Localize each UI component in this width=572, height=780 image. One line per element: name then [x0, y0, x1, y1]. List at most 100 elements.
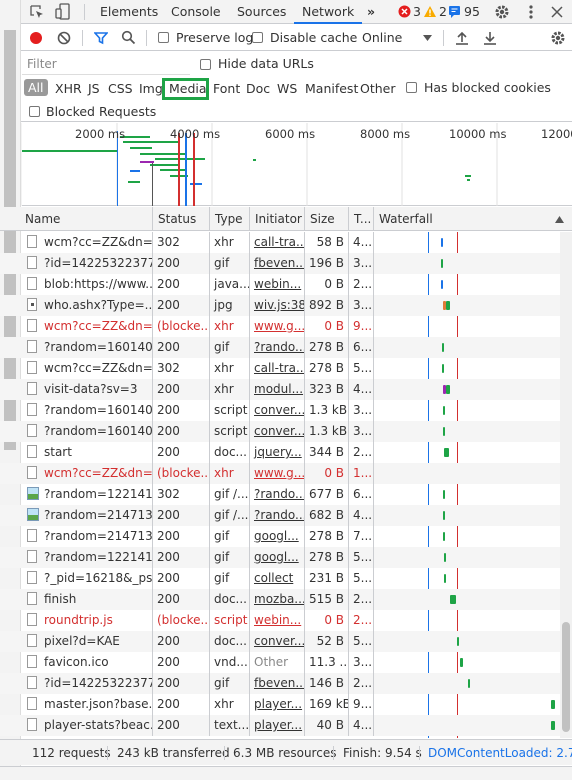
- type-all[interactable]: All: [24, 79, 48, 96]
- request-row[interactable]: blob:https://www.... 200 java... webin... 0 …: [0, 274, 560, 295]
- request-row[interactable]: start 200 doc... jquery... 344 B 2...: [0, 442, 560, 463]
- type-xhr[interactable]: XHR: [55, 81, 82, 96]
- initiator-cell[interactable]: www.g...: [250, 463, 305, 484]
- initiator-cell[interactable]: mozba...: [250, 589, 305, 610]
- initiator-cell[interactable]: call-tra...: [250, 358, 305, 379]
- type-media[interactable]: Media: [169, 81, 207, 96]
- name-cell[interactable]: wcm?cc=ZZ&dn=...: [20, 316, 153, 337]
- more-tabs-icon[interactable]: »: [367, 0, 375, 24]
- request-row[interactable]: ?random=160140... 200 gif ?rando... 278 B 6..…: [0, 337, 560, 358]
- request-row[interactable]: ?id=14225322377...200giffbeven...146 B2.…: [0, 673, 560, 694]
- warning-icon[interactable]: [423, 5, 437, 18]
- initiator-cell[interactable]: Other: [250, 652, 305, 673]
- initiator-cell[interactable]: webin...: [250, 610, 305, 631]
- preserve-log-checkbox[interactable]: [158, 32, 169, 43]
- name-cell[interactable]: ?random=160140...: [20, 400, 153, 421]
- name-cell[interactable]: ?_pid=16218&_ps...: [20, 568, 153, 589]
- chevron-down-icon[interactable]: [423, 35, 432, 41]
- type-ws[interactable]: WS: [277, 81, 297, 96]
- name-cell[interactable]: master.json?base...: [20, 694, 153, 715]
- column-size[interactable]: Size: [305, 207, 349, 231]
- timeline-overview[interactable]: 2000 ms 4000 ms 6000 ms 8000 ms 10000 ms…: [0, 123, 572, 206]
- filter-input[interactable]: Filter: [22, 54, 190, 75]
- name-cell[interactable]: wcm?cc=ZZ&dn=...: [20, 463, 153, 484]
- name-cell[interactable]: visit-data?sv=3: [20, 379, 153, 400]
- request-row[interactable]: ?random=214713... 200 gif /... ?rando... 682…: [0, 505, 560, 526]
- request-row[interactable]: ?random=214713... 200 gif googl... 278 B 7...: [0, 526, 560, 547]
- network-settings-gear-icon[interactable]: [550, 30, 566, 46]
- request-row[interactable]: ?random=160140... 200 script conver... 1.3 k…: [0, 400, 560, 421]
- type-css[interactable]: CSS: [108, 81, 133, 96]
- column-status[interactable]: Status: [153, 207, 210, 231]
- device-toolbar-icon[interactable]: [55, 3, 71, 21]
- name-cell[interactable]: start: [20, 442, 153, 463]
- tab-console[interactable]: Console: [171, 0, 221, 24]
- export-har-icon[interactable]: [483, 30, 497, 45]
- more-options-icon[interactable]: [528, 4, 534, 20]
- clear-icon[interactable]: [57, 31, 71, 45]
- name-cell[interactable]: who.ashx?Type=...: [20, 295, 153, 316]
- settings-gear-icon[interactable]: [494, 4, 510, 20]
- initiator-cell[interactable]: webin...: [250, 274, 305, 295]
- type-font[interactable]: Font: [213, 81, 240, 96]
- column-type[interactable]: Type: [210, 207, 250, 231]
- name-cell[interactable]: ?random=160140...: [20, 337, 153, 358]
- blocked-requests-checkbox[interactable]: [29, 106, 40, 117]
- initiator-cell[interactable]: googl...: [250, 547, 305, 568]
- name-cell[interactable]: ?id=14225322377...: [20, 673, 153, 694]
- request-row[interactable]: wcm?cc=ZZ&dn=... (blocke... xhr www.g... 0 B…: [0, 463, 560, 484]
- name-cell[interactable]: ?random=122141...: [20, 484, 153, 505]
- name-cell[interactable]: wcm?cc=ZZ&dn=...: [20, 358, 153, 379]
- initiator-cell[interactable]: www.g...: [250, 316, 305, 337]
- has-blocked-cookies-checkbox[interactable]: [406, 82, 417, 93]
- initiator-cell[interactable]: wiv.js:38: [250, 295, 305, 316]
- request-row[interactable]: master.json?base... 200 xhr player... 169 kB…: [0, 694, 560, 715]
- column-name[interactable]: Name: [20, 207, 153, 231]
- name-cell[interactable]: pixel?d=KAE: [20, 631, 153, 652]
- name-cell[interactable]: blob:https://www....: [20, 274, 153, 295]
- name-cell[interactable]: ?random=214713...: [20, 505, 153, 526]
- throttling-select[interactable]: Online: [362, 30, 402, 45]
- request-row[interactable]: ?random=122141... 302 gif /... ?rando... 677…: [0, 484, 560, 505]
- name-cell[interactable]: wcm?cc=ZZ&dn=...: [20, 232, 153, 253]
- name-cell[interactable]: ?random=122141...: [20, 547, 153, 568]
- import-har-icon[interactable]: [455, 30, 469, 45]
- request-row[interactable]: wcm?cc=ZZ&dn=... 302 xhr call-tra... 278 B 5.…: [0, 358, 560, 379]
- initiator-cell[interactable]: ?rando...: [250, 484, 305, 505]
- request-row[interactable]: wcm?cc=ZZ&dn=... 302 xhr call-tra... 58 B 4..…: [0, 232, 560, 253]
- name-cell[interactable]: finish: [20, 589, 153, 610]
- initiator-cell[interactable]: conver...: [250, 400, 305, 421]
- filter-funnel-icon[interactable]: [94, 31, 108, 45]
- hide-data-urls-checkbox[interactable]: [200, 59, 211, 70]
- initiator-cell[interactable]: conver...: [250, 421, 305, 442]
- initiator-cell[interactable]: jquery...: [250, 442, 305, 463]
- name-cell[interactable]: ?random=214713...: [20, 526, 153, 547]
- message-icon[interactable]: [448, 5, 461, 18]
- type-doc[interactable]: Doc: [246, 81, 270, 96]
- error-icon[interactable]: [398, 5, 411, 18]
- type-js[interactable]: JS: [88, 81, 100, 96]
- tab-elements[interactable]: Elements: [100, 0, 158, 24]
- request-row[interactable]: pixel?d=KAE 200 doc... conver... 52 B 5...: [0, 631, 560, 652]
- initiator-cell[interactable]: player...: [250, 715, 305, 736]
- disable-cache-checkbox[interactable]: [252, 32, 263, 43]
- column-waterfall[interactable]: Waterfall: [374, 207, 572, 231]
- request-row[interactable]: roundtrip.js (blocke... script webin... 0 B2…: [0, 610, 560, 631]
- close-icon[interactable]: [551, 6, 563, 18]
- request-row[interactable]: finish 200 doc... mozba... 515 B 2...: [0, 589, 560, 610]
- tab-network[interactable]: Network: [294, 0, 363, 24]
- type-other[interactable]: Other: [360, 81, 396, 96]
- name-cell[interactable]: roundtrip.js: [20, 610, 153, 631]
- initiator-cell[interactable]: conver...: [250, 631, 305, 652]
- request-row[interactable]: ?_pid=16218&_ps... 200 gif collect 231 B 5...: [0, 568, 560, 589]
- request-row[interactable]: ?random=160140... 200 script conver... 1.3 k…: [0, 421, 560, 442]
- type-manifest[interactable]: Manifest: [305, 81, 358, 96]
- request-row[interactable]: ?random=122141... 200 gif googl... 278 B 5...: [0, 547, 560, 568]
- initiator-cell[interactable]: player...: [250, 694, 305, 715]
- scrollbar-track[interactable]: [560, 232, 572, 738]
- name-cell[interactable]: favicon.ico: [20, 652, 153, 673]
- name-cell[interactable]: ?random=160140...: [20, 421, 153, 442]
- search-icon[interactable]: [121, 30, 136, 45]
- type-img[interactable]: Img: [139, 81, 163, 96]
- initiator-cell[interactable]: call-tra...: [250, 232, 305, 253]
